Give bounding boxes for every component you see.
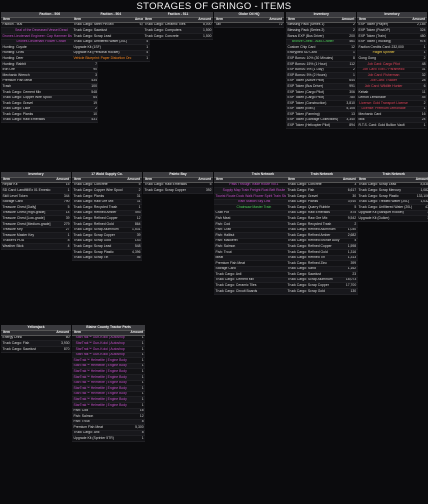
item-amount: 72	[267, 22, 284, 29]
storage-table-t2: Faction - 504 Item Amount Truck Cargo: Stee…	[72, 12, 150, 62]
storage-table-t8: 17 Wold Supply Co. Item Amount Truck Cargo:…	[72, 172, 142, 262]
item-amount: 1	[128, 435, 146, 443]
storage-table-t4: Globe Oil HQ Item Amount Tax 72	[214, 12, 284, 29]
storage-table-t13: Yellowjack Item Amount Energy Drink 60 Truck …	[1, 325, 71, 353]
table-row: Weather Stick 4	[1, 243, 71, 250]
item-amount: 130	[340, 288, 358, 295]
storage-table-t3: Faction - 511 Item Amount Truck Cargo: Cera…	[143, 12, 213, 40]
item-amount: 1	[132, 55, 150, 62]
item-name: Truck Cargo: Circuit Boards	[214, 288, 294, 295]
item-name: Upgrade Kit (Duiker)	[357, 215, 414, 222]
storage-table-t9: Paleto Bay Item Amount Truck Cargo: Raw Eme…	[143, 172, 213, 194]
item-name: Vehicle Blueprint: Paper Distortion Orc	[72, 55, 133, 62]
table-row: Tax 72	[214, 22, 284, 29]
table-row: Truck Cargo: Concrete 1,500	[143, 33, 213, 40]
item-name: Truck Cargo: Scrap Tin	[72, 255, 126, 262]
item-amount: 870	[54, 346, 71, 353]
item-amount: 392	[196, 187, 213, 194]
item-amount: 431	[81, 117, 99, 124]
storage-table-t11: Train Network Item Amount Truck Cargo: Conc…	[286, 172, 358, 295]
storage-table-t14: Blaine County Tractor Parts Item Amount Sta…	[72, 325, 146, 443]
item-name: Truck Cargo: Sawdust	[1, 346, 55, 353]
item-amount: 46	[125, 255, 142, 262]
page-title: STORAGES OF GRINGO - ITEMS	[136, 1, 292, 12]
table-row: Truck Cargo: Scrap Gold 130	[286, 288, 358, 295]
table-row: R.T.S. Card: Gold Bullion Vault 1	[357, 122, 427, 130]
table-row: Truck Cargo: Sawdust 870	[1, 346, 71, 353]
item-amount: 1	[413, 215, 428, 222]
item-name: Truck Cargo: Scrap Gold	[286, 288, 341, 295]
item-name: R.T.S. Card: Gold Bullion Vault	[357, 122, 411, 130]
item-amount: 1	[410, 122, 427, 130]
item-amount: 894	[339, 122, 357, 130]
table-row: Vehicle Blueprint: Paper Distortion Orc 1	[72, 55, 150, 62]
item-name: EXP Token (Helicopter Pilot)	[286, 122, 340, 130]
storage-table-t7: Inventory Item Amount Repair Kit 15 SD Card: …	[1, 172, 71, 250]
item-name: Weather Stick	[1, 243, 55, 250]
table-row: Upgrade Kit (Duiker)1	[357, 215, 428, 222]
item-name: Tax	[214, 22, 268, 29]
item-name: Upgrade Kit (Sprinter 5TR)	[72, 435, 129, 443]
item-amount: 1,500	[196, 33, 213, 40]
table-row: Truck Cargo: Raw Emeralds 431	[1, 117, 99, 124]
table-row: Truck Cargo: Scrap Tin 46	[72, 255, 142, 262]
item-name: Truck Cargo: Raw Emeralds	[1, 117, 82, 124]
table-row: Truck Cargo: Scrap Copper 392	[143, 187, 213, 194]
item-name: Truck Cargo: Concrete	[143, 33, 197, 40]
storage-table-t12: Train Network Item Amount Truck Cargo: Scra…	[357, 172, 428, 222]
table-row: Upgrade Kit (Sprinter 5TR) 1	[72, 435, 146, 443]
table-row: EXP Token (Helicopter Pilot) 894	[286, 122, 357, 130]
item-amount: 4	[54, 243, 71, 250]
storage-table-t6: Inventory Item Amount EXP Token (Player) 2,1…	[357, 12, 427, 130]
item-name: Truck Cargo: Scrap Copper	[143, 187, 197, 194]
storage-table-t5: Inventory Item Amount Blessing Pack (Series…	[286, 12, 357, 130]
